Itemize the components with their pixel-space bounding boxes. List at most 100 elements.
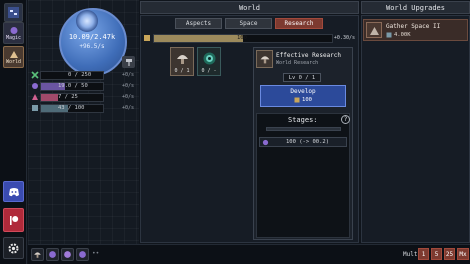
mult-option-label: 5	[434, 251, 439, 258]
stage-row-text: 100 (-> 00.2)	[286, 139, 330, 145]
upgrade-cost: 4.00K	[394, 32, 411, 38]
develop-button[interactable]: Develop 100	[260, 85, 346, 107]
discord-button[interactable]	[3, 181, 24, 202]
upgrade-icon-frame	[366, 22, 382, 38]
upgrades-header: World Upgrades	[361, 1, 470, 14]
research-level-text: Lv 0 / 1	[288, 75, 316, 81]
help-icon: ?	[343, 116, 348, 123]
resource-value: 43 / 100	[58, 105, 85, 111]
toolbar-slot[interactable]	[76, 248, 89, 261]
spirit-icon	[32, 83, 38, 89]
resource-row: 43 / 100 +0/s	[30, 103, 137, 114]
upgrade-name: Gather Space II	[386, 23, 441, 30]
stage-row: 100 (-> 00.2)	[259, 137, 347, 147]
gear-icon	[8, 243, 19, 253]
mult-option-max[interactable]: Mx	[457, 248, 469, 260]
magic-tab-label: Magic	[5, 34, 22, 41]
mult-label: Mult	[403, 251, 418, 258]
detail-icon-frame	[256, 50, 273, 68]
tab-research[interactable]: Research	[275, 18, 323, 29]
resource-rate: +0/s	[121, 72, 134, 78]
resource-value: 7 / 25	[58, 94, 78, 100]
research-card-count: 0 / -	[201, 68, 217, 74]
research-subtitle: World Research	[276, 60, 319, 66]
spirit-icon	[79, 251, 86, 258]
orb-rate: +96.5/s	[79, 43, 105, 50]
tab-space[interactable]: Space	[225, 18, 272, 29]
world-header: World	[140, 1, 359, 14]
develop-cost: 100	[261, 97, 345, 103]
research-bar-value: 100	[237, 35, 247, 41]
research-level: Lv 0 / 1	[283, 73, 321, 82]
matter-icon	[386, 32, 392, 38]
essence-icon	[32, 94, 38, 100]
discord-icon	[8, 187, 19, 196]
world-title: World	[238, 4, 261, 12]
research-card[interactable]: 0 / 1	[170, 47, 194, 76]
stages-title: Stages:	[288, 116, 318, 124]
toolbar-slot[interactable]	[61, 248, 74, 261]
orb-swirl-icon	[76, 10, 98, 32]
mountain-icon	[370, 27, 379, 35]
develop-label: Develop	[290, 88, 316, 95]
magic-tab[interactable]: Magic	[3, 22, 24, 44]
mushroom-icon	[260, 56, 270, 64]
patreon-button[interactable]	[3, 208, 24, 232]
resource-row: 7 / 25 +0/s	[30, 92, 137, 103]
tab-space-label: Space	[239, 20, 258, 27]
tab-research-label: Research	[284, 20, 314, 27]
resource-row: 19.0 / 50 +0/s	[30, 81, 137, 92]
mult-option-1[interactable]: 1	[418, 248, 429, 260]
research-bar-row: 100 +0.30/s	[141, 33, 358, 44]
matter-icon	[32, 105, 38, 111]
spirit-icon	[64, 251, 71, 258]
portal-icon	[203, 52, 216, 65]
mult-option-label: 25	[445, 251, 454, 258]
resource-value: 19.0 / 50	[58, 83, 88, 89]
toolbar-more[interactable]: ••	[92, 250, 99, 257]
world-tab-label: World	[5, 58, 22, 65]
stages-box	[256, 113, 350, 238]
patreon-icon	[9, 215, 18, 225]
upgrades-panel	[361, 15, 470, 243]
settings-button[interactable]	[3, 237, 24, 259]
stages-help-button[interactable]: ?	[341, 115, 350, 124]
cross-icon	[31, 71, 39, 79]
resource-value: 0 / 250	[68, 72, 92, 78]
research-card[interactable]: 0 / -	[197, 47, 221, 76]
mult-option-5[interactable]: 5	[431, 248, 442, 260]
stages-progress	[266, 127, 341, 131]
tab-aspects[interactable]: Aspects	[175, 18, 222, 29]
mult-option-label: Mx	[459, 251, 467, 258]
research-card-count: 0 / 1	[174, 68, 190, 74]
spirit-icon	[262, 139, 269, 146]
logo-button[interactable]	[4, 3, 23, 22]
magic-icon	[10, 26, 17, 34]
resource-rate: +0/s	[121, 105, 134, 111]
orb-action-button[interactable]	[122, 56, 135, 68]
orb-value: 10.09/2.47k	[68, 33, 116, 41]
mult-option-25[interactable]: 25	[444, 248, 455, 260]
upgrade-item[interactable]: Gather Space II 4.00K	[363, 19, 468, 41]
hammer-icon	[125, 59, 132, 66]
resource-rate: +0/s	[121, 83, 134, 89]
spirit-icon	[49, 251, 56, 258]
mult-option-label: 1	[421, 251, 426, 258]
resource-list: 0 / 250 +0/s 19.0 / 50 +0/s 7 / 25 +0/s …	[30, 70, 137, 116]
world-icon	[9, 50, 18, 58]
tab-aspects-label: Aspects	[185, 20, 212, 27]
research-bar-rate: +0.30/s	[333, 35, 355, 41]
mushroom-icon	[177, 55, 188, 64]
toolbar-slot[interactable]	[31, 248, 44, 261]
resource-rate: +0/s	[121, 94, 134, 100]
toolbar-slot[interactable]	[46, 248, 59, 261]
research-icon	[144, 35, 150, 41]
develop-cost-value: 100	[302, 97, 312, 103]
mushroom-icon	[34, 252, 41, 258]
resource-row: 0 / 250 +0/s	[30, 70, 137, 81]
research-cost-icon	[294, 97, 300, 103]
logo-icon	[8, 7, 19, 18]
world-tab[interactable]: World	[3, 46, 24, 68]
upgrades-title: World Upgrades	[385, 4, 445, 12]
research-name: Effective Research	[276, 52, 342, 59]
